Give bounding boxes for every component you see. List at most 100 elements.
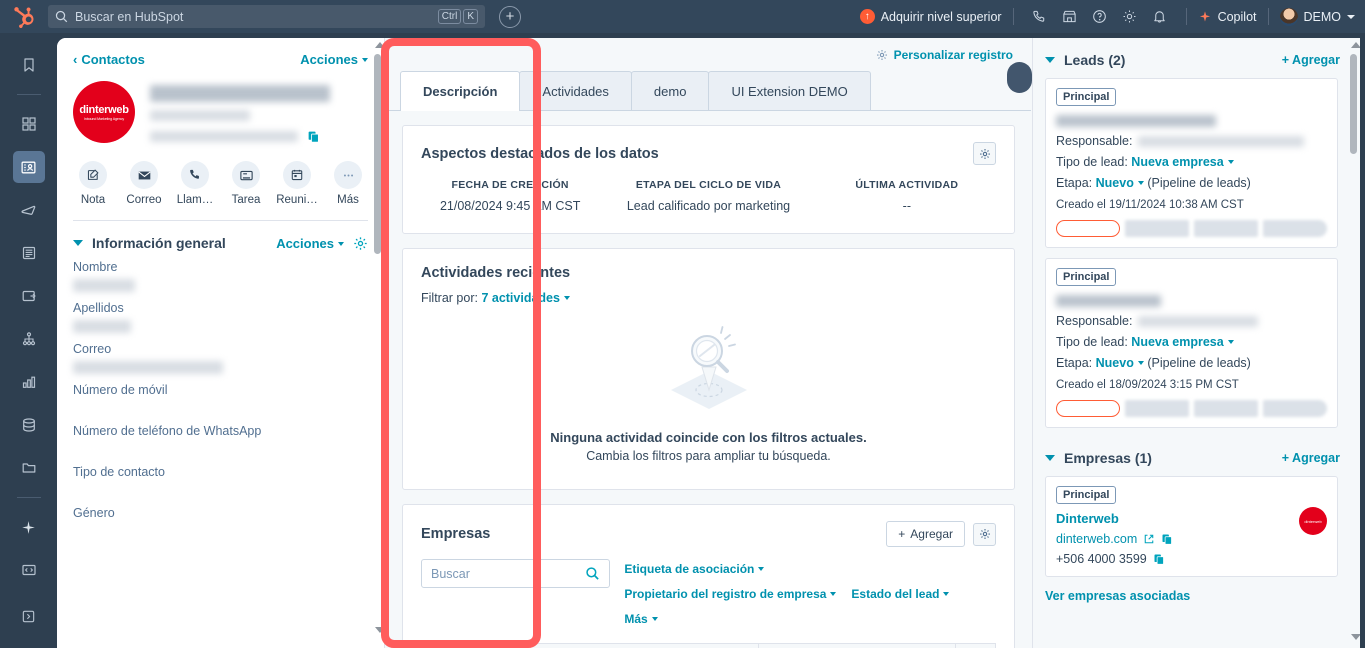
quick-action-correo[interactable]: Correo — [122, 161, 166, 206]
sidebar-item-automations[interactable] — [13, 323, 45, 355]
quick-action-nota[interactable]: Nota — [71, 161, 115, 206]
quick-action-mas[interactable]: Más — [326, 161, 370, 206]
general-info-actions-menu[interactable]: Acciones — [276, 236, 344, 251]
lead-action-3[interactable] — [1194, 220, 1259, 237]
type-value[interactable]: Nueva empresa — [1131, 335, 1223, 349]
quick-action-reunion[interactable]: Reuni… — [275, 161, 319, 206]
record-actions-menu[interactable]: Acciones — [300, 52, 368, 67]
copy-icon[interactable] — [307, 130, 320, 143]
copy-icon[interactable] — [1153, 553, 1165, 565]
sidebar-item-marketing[interactable] — [13, 194, 45, 226]
companies-search-input[interactable]: Buscar — [421, 559, 611, 588]
copilot-button[interactable]: Copilot — [1198, 10, 1257, 24]
sidebar-item-developer[interactable] — [13, 554, 45, 586]
field-4[interactable]: Número de teléfono de WhatsApp — [57, 415, 384, 456]
sidebar-item-ai-assistant[interactable] — [13, 511, 45, 543]
sidebar-item-commerce[interactable] — [13, 280, 45, 312]
settings-icon[interactable] — [1115, 6, 1145, 28]
sidebar-item-bookmarks[interactable] — [13, 49, 45, 81]
tab-demo[interactable]: demo — [630, 71, 710, 110]
copy-icon[interactable] — [1161, 533, 1173, 545]
chevron-down-icon[interactable] — [73, 240, 83, 246]
lead-action-4[interactable] — [1263, 220, 1327, 237]
see-associated-companies-link[interactable]: Ver empresas asociadas — [1033, 577, 1360, 603]
lead-action-3[interactable] — [1194, 400, 1259, 417]
table-header-cell[interactable] — [421, 643, 759, 648]
field-0[interactable]: Nombre — [57, 251, 384, 292]
account-menu[interactable]: DEMO — [1279, 7, 1355, 26]
tab-ui-extension-demo[interactable]: UI Extension DEMO — [708, 71, 871, 110]
gear-icon[interactable] — [353, 236, 368, 251]
lead-action-4[interactable] — [1263, 400, 1327, 417]
tab-descripci-n[interactable]: Descripción — [400, 71, 521, 111]
create-new-button[interactable]: + — [499, 5, 521, 28]
table-header-cell[interactable] — [955, 643, 996, 648]
quick-action-label: Llam… — [176, 194, 214, 206]
marketplace-icon[interactable] — [1055, 6, 1085, 28]
highlights-settings-button[interactable] — [973, 142, 996, 165]
scroll-thumb[interactable] — [1350, 54, 1357, 154]
section-title: Información general — [92, 235, 226, 251]
sidebar-item-crm-contacts[interactable] — [12, 151, 45, 183]
chevron-down-icon[interactable] — [1045, 57, 1055, 63]
company-filter-1[interactable]: Propietario del registro de empresa — [624, 587, 837, 601]
company-name-link[interactable]: Dinterweb — [1056, 511, 1327, 526]
scroll-down-arrow-icon[interactable] — [374, 627, 385, 633]
add-company-button[interactable]: + Agregar — [886, 521, 965, 547]
company-filter-3[interactable]: Más — [624, 612, 658, 626]
company-association-card[interactable]: Principal Dinterweb dinterweb.com +506 4… — [1045, 476, 1338, 577]
add-company-button[interactable]: + Agregar — [1282, 451, 1340, 465]
field-2[interactable]: Correo — [57, 333, 384, 374]
hubspot-logo-icon[interactable] — [0, 6, 48, 28]
lead-action-2[interactable] — [1125, 220, 1190, 237]
highlight-item: ÚLTIMA ACTIVIDAD -- — [808, 179, 1006, 213]
customize-record-link[interactable]: Personalizar registro — [894, 48, 1013, 62]
sidebar-item-workspaces[interactable] — [13, 108, 45, 140]
right-panel-scrollbar[interactable] — [1347, 38, 1360, 648]
quick-action-llamada[interactable]: Llam… — [173, 161, 217, 206]
sidebar-item-data-management[interactable] — [13, 409, 45, 441]
filter-value[interactable]: 7 actividades — [481, 291, 560, 305]
add-lead-button[interactable]: + Agregar — [1282, 53, 1340, 67]
field-5[interactable]: Tipo de contacto — [57, 456, 384, 497]
field-6[interactable]: Género — [57, 497, 384, 538]
company-filter-2[interactable]: Estado del lead — [851, 587, 950, 601]
chevron-down-icon[interactable] — [1045, 455, 1055, 461]
sidebar-item-reporting[interactable] — [13, 366, 45, 398]
company-domain-row: dinterweb.com — [1056, 532, 1327, 546]
scroll-up-arrow-icon[interactable] — [374, 42, 385, 48]
sidebar-item-content[interactable] — [13, 237, 45, 269]
sidebar-item-library[interactable] — [13, 452, 45, 484]
sidebar-item-expand[interactable] — [13, 600, 45, 632]
record-center-panel: Personalizar registro Descripción Activid… — [386, 38, 1031, 648]
quick-action-tarea[interactable]: Tarea — [224, 161, 268, 206]
lead-card[interactable]: Principal Responsable: Tipo de lead: Nueva… — [1045, 78, 1338, 248]
back-to-contacts-link[interactable]: ‹ Contactos — [73, 52, 145, 67]
field-1[interactable]: Apellidos — [57, 292, 384, 333]
divider — [1012, 8, 1014, 25]
help-icon[interactable] — [1085, 6, 1115, 28]
scroll-up-arrow-icon[interactable] — [1350, 42, 1360, 48]
upgrade-button[interactable]: ↑ Adquirir nivel superior — [859, 9, 1002, 24]
global-search-input[interactable]: Buscar en HubSpot Ctrl K — [48, 5, 485, 28]
company-domain-link[interactable]: dinterweb.com — [1056, 532, 1137, 546]
scroll-down-arrow-icon[interactable] — [1350, 634, 1360, 640]
type-value[interactable]: Nueva empresa — [1131, 155, 1223, 169]
field-3[interactable]: Número de móvil — [57, 374, 384, 415]
lead-action-primary[interactable] — [1056, 220, 1121, 237]
table-header-cell[interactable] — [758, 643, 956, 648]
stage-value[interactable]: Nuevo — [1096, 176, 1134, 190]
panel-resize-handle[interactable] — [1007, 62, 1032, 93]
phone-icon[interactable] — [1025, 6, 1055, 28]
left-panel-scrollbar[interactable] — [371, 38, 385, 648]
company-filter-0[interactable]: Etiqueta de asociación — [624, 562, 765, 576]
lead-card[interactable]: Principal Responsable: Tipo de lead: Nueva… — [1045, 258, 1338, 428]
lead-action-primary[interactable] — [1056, 400, 1121, 417]
scroll-thumb[interactable] — [374, 54, 381, 254]
lead-action-2[interactable] — [1125, 400, 1190, 417]
external-link-icon[interactable] — [1143, 533, 1155, 545]
notifications-icon[interactable] — [1145, 6, 1175, 28]
tab-actividades[interactable]: Actividades — [519, 71, 632, 110]
stage-value[interactable]: Nuevo — [1096, 356, 1134, 370]
companies-settings-button[interactable] — [973, 522, 996, 546]
